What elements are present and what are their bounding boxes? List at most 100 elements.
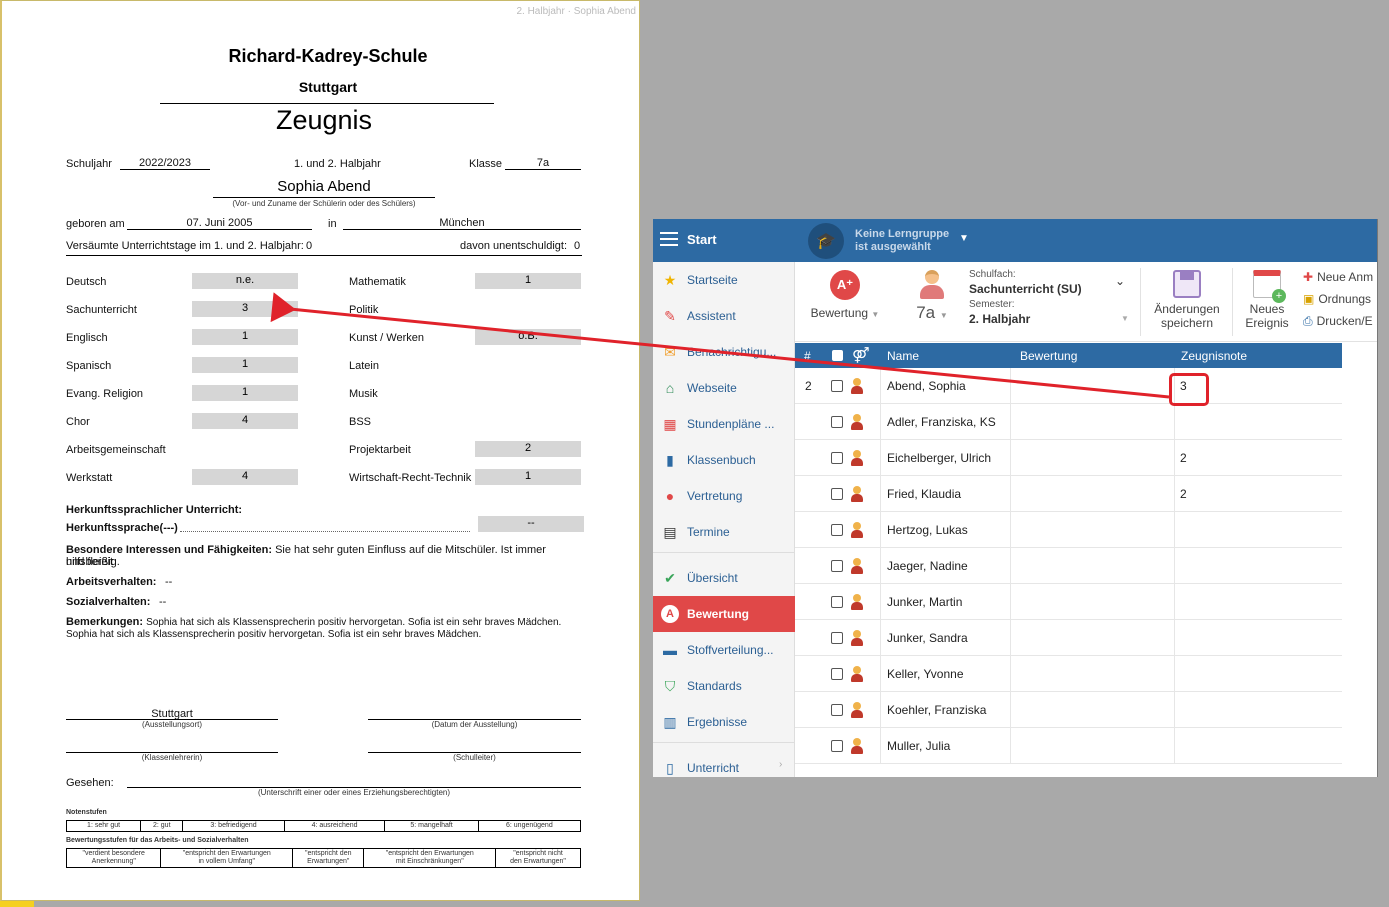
row-checkbox[interactable] [831,704,843,716]
col-bewertung[interactable]: Bewertung [1020,349,1077,363]
klasse-value: 7a [505,157,581,170]
subject-selector[interactable]: Schulfach: Sachunterricht (SU) Semester:… [969,268,1133,326]
app-window: Start 🎓 Keine Lerngruppe ist ausgewählt … [653,219,1378,777]
notenstufe-cell: 5: mangelhaft [384,820,479,832]
chevron-down-icon[interactable]: ⌄ [1115,274,1125,288]
zeugnisnote-cell[interactable]: 2 [1180,440,1187,476]
sidebar-item-assistent[interactable]: ✎ Assistent [653,298,795,334]
book-icon: ▮ [666,451,674,468]
bewertung-button[interactable]: A⁺ Bewertung ▼ [805,270,885,322]
graduation-cap-icon[interactable]: 🎓 [808,223,844,259]
subject-grade: n.e. [192,273,298,289]
save-changes-button[interactable]: Änderungen speichern [1147,270,1227,330]
subject-name: Werkstatt [66,472,113,484]
row-checkbox[interactable] [831,488,843,500]
subject-grade: 1 [475,469,581,485]
row-checkbox[interactable] [831,668,843,680]
open-book-icon: ▯ [666,759,674,776]
table-row[interactable]: Koehler, Franziska [795,692,1342,728]
sidebar-item-ergebnisse[interactable]: ▥ Ergebnisse [653,704,795,740]
sidebar-item-unterricht[interactable]: ▯ Unterricht [653,750,795,777]
col-zeugnisnote[interactable]: Zeugnisnote [1181,349,1247,363]
subject-name: Kunst / Werken [349,332,424,344]
sozial-value: -- [159,596,167,608]
student-name-cell: Jaeger, Nadine [887,559,968,573]
new-event-button[interactable]: + Neues Ereignis [1237,270,1297,330]
sidebar-item-termine[interactable]: ▤ Termine [653,514,795,550]
student-icon [850,414,864,431]
floppy-disk-icon [1173,270,1201,298]
table-row[interactable]: Hertzog, Lukas [795,512,1342,548]
row-checkbox[interactable] [831,380,843,392]
sidebar-item-klassenbuch[interactable]: ▮ Klassenbuch [653,442,795,478]
row-checkbox[interactable] [831,740,843,752]
hamburger-menu-icon[interactable] [660,232,678,246]
subject-name: Projektarbeit [349,444,411,456]
sidebar-item-vertretung[interactable]: ● Vertretung [653,478,795,514]
sidebar-item-stoffverteilung[interactable]: ▬ Stoffverteilung... [653,632,795,668]
student-icon [850,666,864,683]
row-checkbox[interactable] [831,416,843,428]
date-caption: (Datum der Ausstellung) [431,720,518,729]
absence-value: 0 [306,240,313,252]
toolbar-side-item[interactable]: ⎙ Drucken/E [1303,314,1373,328]
toolbar-side-item[interactable]: ▣ Ordnungs [1303,292,1371,306]
calendar-add-icon: + [1253,270,1286,303]
table-row[interactable]: Muller, Julia [795,728,1342,764]
notenstufe-cell: 3: befriedigend [182,820,285,832]
mail-icon: ✉ [664,343,676,360]
interessen-text-2: und fleißig. [66,556,120,568]
table-row[interactable]: Junker, Martin [795,584,1342,620]
sidebar-item-standards[interactable]: ⛉ Standards [653,668,795,704]
subject-name: Arbeitsgemeinschaft [66,444,166,456]
subject-name: Latein [349,360,379,372]
bewertungsstufe-cell: "entspricht den Erwartungen" [292,848,365,868]
class-selector[interactable]: 7a ▼ [907,268,957,323]
printer-icon: ⎙ [1303,314,1313,328]
sidebar-item-stundenpläne[interactable]: ▦ Stundenpläne ... [653,406,795,442]
select-all-checkbox[interactable] [832,350,843,361]
sidebar-item-übersicht[interactable]: ✔ Übersicht [653,560,795,596]
sidebar-item-startseite[interactable]: ★ Startseite [653,262,795,298]
grid-header: # ⚤ Name Bewertung Zeugnisnote [795,343,1342,368]
shield-check-icon: ⛉ [664,677,676,694]
group-selector[interactable]: Keine Lerngruppe ist ausgewählt [855,228,949,254]
table-row[interactable]: Jaeger, Nadine [795,548,1342,584]
halbjahr-value: 1. und 2. Halbjahr [294,158,381,170]
notenstufe-cell: 2: gut [140,820,184,832]
row-checkbox[interactable] [831,560,843,572]
table-row[interactable]: Keller, Yvonne [795,656,1342,692]
start-label[interactable]: Start [687,232,717,247]
event-label-1: Neues [1249,302,1285,316]
sidebar-item-webseite[interactable]: ⌂ Webseite [653,370,795,406]
row-checkbox[interactable] [831,524,843,536]
event-label-2: Ereignis [1245,316,1289,330]
col-name[interactable]: Name [887,349,919,363]
subject-name: Wirtschaft-Recht-Technik [349,472,472,484]
student-name-cell: Koehler, Franziska [887,703,987,717]
table-row[interactable]: Junker, Sandra [795,620,1342,656]
sidebar-item-label: Unterricht [687,761,740,775]
student-name-cell: Abend, Sophia [887,379,966,393]
schulfach-value: Sachunterricht (SU) [969,282,1082,296]
born-place: München [343,217,581,230]
col-num: # [804,349,811,363]
table-row[interactable]: Fried, Klaudia 2 [795,476,1342,512]
caret-down-icon-semester[interactable]: ▼ [1121,312,1129,326]
row-checkbox[interactable] [831,632,843,644]
student-name-cell: Eichelberger, Ulrich [887,451,992,465]
unexcused-label: davon unentschuldigt: [460,240,568,252]
row-checkbox[interactable] [831,452,843,464]
table-row[interactable]: Adler, Franziska, KS [795,404,1342,440]
top-bar: Start 🎓 Keine Lerngruppe ist ausgewählt … [653,219,1377,262]
table-row[interactable]: 2 Abend, Sophia 3 [795,368,1342,404]
row-checkbox[interactable] [831,596,843,608]
table-row[interactable]: Eichelberger, Ulrich 2 [795,440,1342,476]
sidebar-item-benachrichtigu[interactable]: ✉ Benachrichtigu... [653,334,795,370]
bewertungsstufe-cell: "entspricht den Erwartungen mit Einschrän… [363,848,497,868]
zeugnisnote-cell[interactable]: 2 [1180,476,1187,512]
caret-down-icon[interactable]: ▼ [959,233,969,244]
sidebar-item-bewertung[interactable]: A Bewertung [653,596,795,632]
chevron-right-icon[interactable]: › [779,759,782,770]
toolbar-side-item[interactable]: ✚ Neue Anm [1303,270,1373,284]
